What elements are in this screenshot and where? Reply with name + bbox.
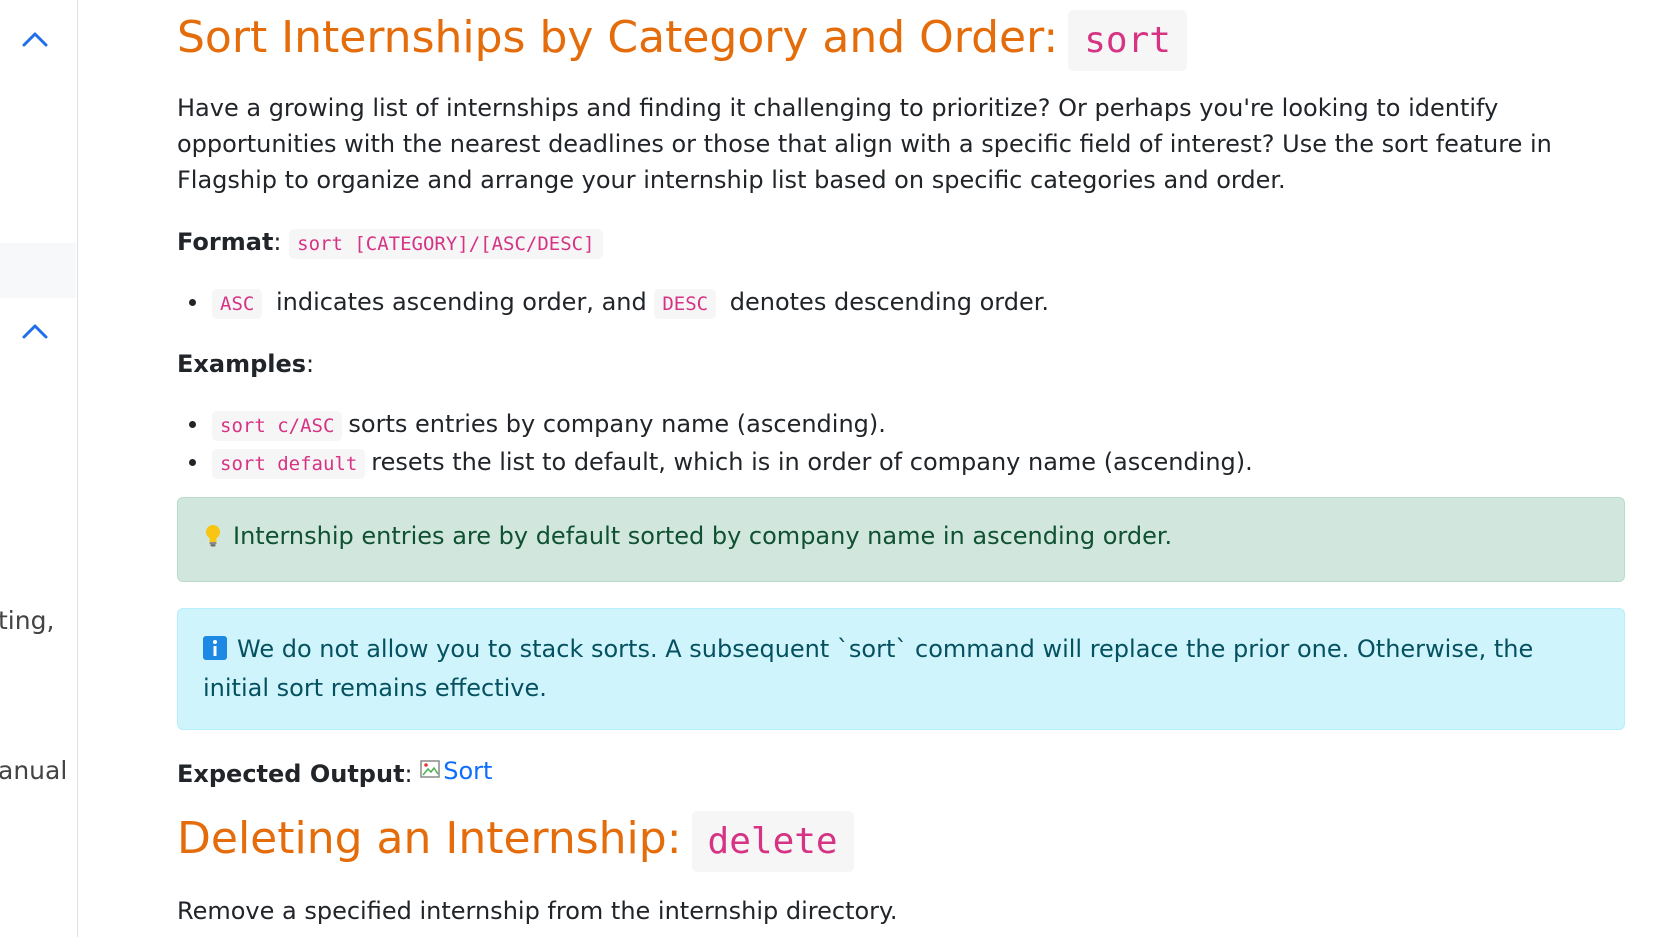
list-item-text: indicates ascending order, and [268,288,655,316]
examples-list: sort c/ASC sorts entries by company name … [177,406,1253,482]
sort-description: Have a growing list of internships and f… [177,94,1552,194]
heading-text: Sort Internships by Category and Order: [177,12,1059,63]
list-item-text: sorts entries by company name (ascending… [348,410,886,438]
format-line: Format: sort [CATEGORY]/[ASC/DESC] [177,224,603,262]
heading-command-code: delete [691,811,854,872]
image-alt-text: Sort [443,757,493,785]
sidebar-item-label[interactable]: anual [0,756,67,785]
list-item: ASC indicates ascending order, and DESC … [177,284,1049,322]
examples-label: Examples [177,350,307,378]
broken-image-icon [420,760,441,778]
format-code: sort [CATEGORY]/[ASC/DESC] [289,229,603,259]
tip-alert: Internship entries are by default sorted… [177,497,1625,582]
delete-description: Remove a specified internship from the i… [177,897,898,925]
list-item-text: resets the list to default, which is in … [371,448,1253,476]
sidebar: ting, anual [0,0,78,937]
inline-code: ASC [212,289,263,319]
expected-output-label: Expected Output [177,760,405,788]
list-item: sort default resets the list to default, … [177,444,1253,482]
sort-output-image[interactable]: Sort [420,753,492,789]
expected-output-line: Expected Output: Sort [177,753,492,792]
heading-command-code: sort [1068,10,1187,71]
info-icon [203,634,227,670]
inline-code: sort c/ASC [212,411,343,441]
info-text: We do not allow you to stack sorts. A su… [203,635,1534,702]
delete-section-heading: Deleting an Internship: delete [177,811,854,872]
chevron-up-icon[interactable] [20,320,50,342]
sidebar-active-item[interactable] [0,243,76,298]
inline-code: sort default [212,449,366,479]
info-alert: We do not allow you to stack sorts. A su… [177,608,1625,730]
format-label: Format [177,228,274,256]
notes-list: ASC indicates ascending order, and DESC … [177,284,1049,322]
examples-line: Examples: [177,350,315,378]
tip-text: Internship entries are by default sorted… [233,522,1173,550]
heading-text: Deleting an Internship: [177,813,682,864]
chevron-up-icon[interactable] [20,28,50,50]
list-item: sort c/ASC sorts entries by company name … [177,406,1253,444]
list-item-text: denotes descending order. [729,288,1050,316]
sort-section-heading: Sort Internships by Category and Order: s… [177,10,1187,71]
inline-code: DESC [654,289,717,319]
lightbulb-icon [203,521,223,557]
sidebar-item-label[interactable]: ting, [0,606,54,635]
